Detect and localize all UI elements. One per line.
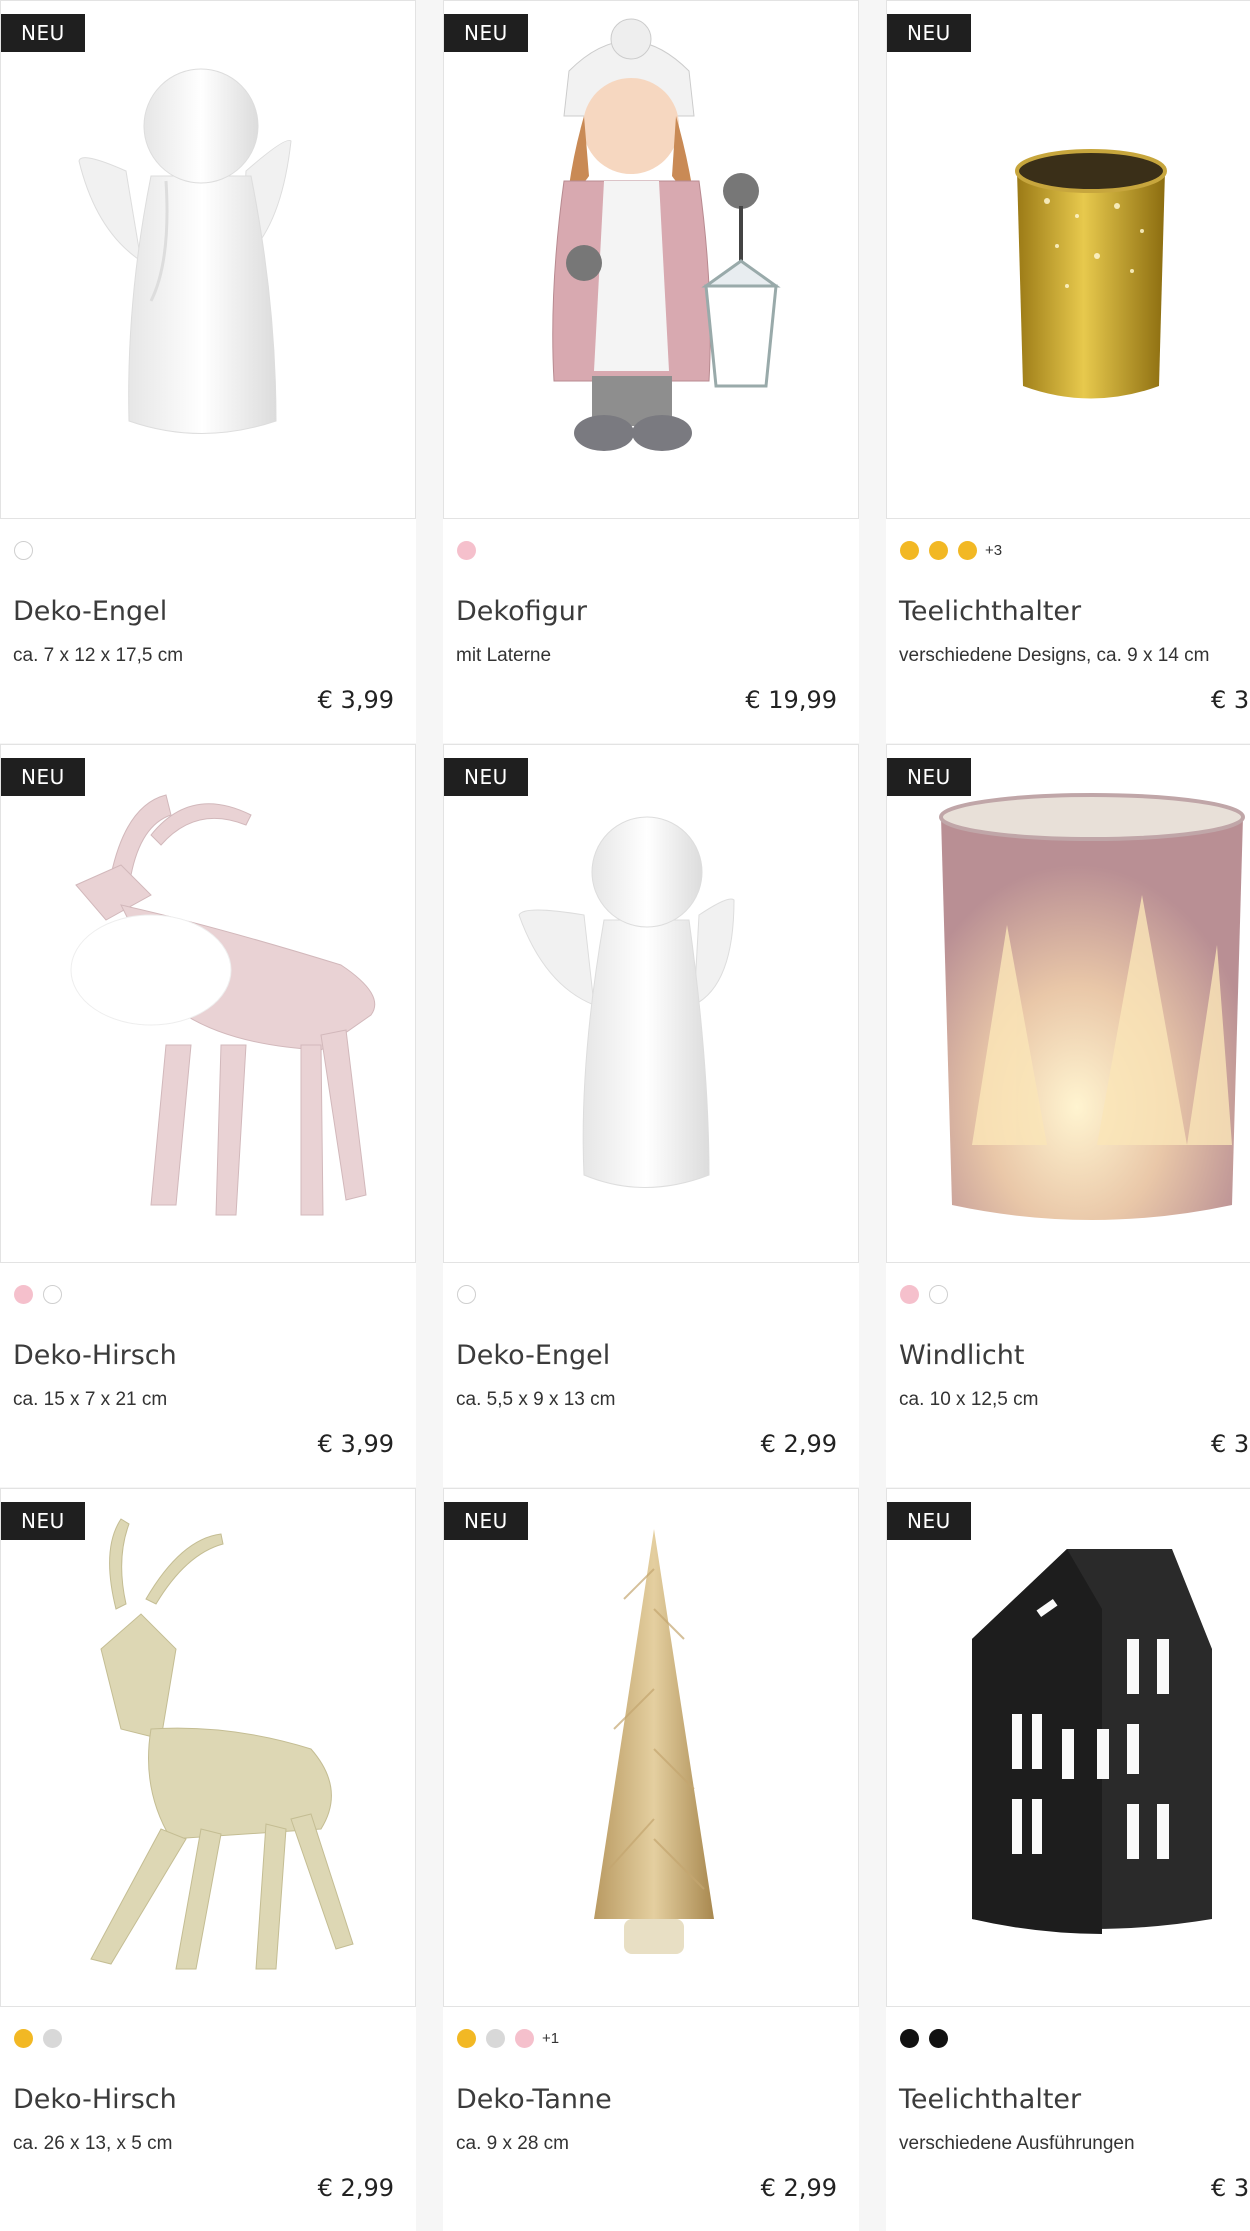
product-image[interactable]: NEU [443, 744, 859, 1263]
new-badge: NEU [1, 1502, 85, 1540]
color-swatches: +3 [900, 540, 1002, 560]
color-swatch[interactable] [515, 2028, 534, 2048]
product-description: ca. 5,5 x 9 x 13 cm [456, 1389, 616, 1410]
product-price: € 3, [1211, 2174, 1250, 2202]
color-swatches [457, 540, 476, 560]
product-price: € 3,99 [317, 686, 394, 714]
product-description: ca. 10 x 12,5 cm [899, 1389, 1039, 1410]
new-badge: NEU [1, 14, 85, 52]
product-price: € 3, [1211, 686, 1250, 714]
product-description: ca. 26 x 13, x 5 cm [13, 2133, 173, 2154]
product-card[interactable]: NEU Deko-Hirsch ca. 15 x 7 x 21 cm € 3,9… [0, 744, 416, 1487]
angel-figurine-icon [78, 68, 292, 434]
new-badge: NEU [887, 14, 971, 52]
product-image[interactable]: NEU [0, 0, 416, 519]
color-swatch[interactable] [958, 540, 977, 560]
product-card[interactable]: NEU Deko-Hirsch ca. 26 x 13, x 5 cm € 2,… [0, 1488, 416, 2231]
product-image[interactable]: NEU [886, 744, 1250, 1263]
girl-with-lantern-figurine-icon [552, 18, 781, 451]
color-swatch[interactable] [14, 540, 33, 560]
product-name[interactable]: Deko-Hirsch [13, 1340, 177, 1371]
product-price: € 3, [1211, 1430, 1250, 1458]
color-swatch[interactable] [457, 2028, 476, 2048]
product-description: verschiedene Ausführungen [899, 2133, 1135, 2154]
product-description: ca. 9 x 28 cm [456, 2133, 569, 2154]
color-swatches [14, 540, 33, 560]
product-description: ca. 15 x 7 x 21 cm [13, 1389, 168, 1410]
product-card[interactable]: NEU Deko-Engel ca. 5,5 x 9 x 13 cm € 2,9… [443, 744, 859, 1487]
color-swatches [457, 1284, 476, 1304]
product-price: € 3,99 [317, 1430, 394, 1458]
product-description: verschiedene Designs, ca. 9 x 14 cm [899, 645, 1210, 666]
pink-deer-figurine-icon [70, 794, 376, 1216]
product-image[interactable]: NEU [443, 0, 859, 519]
product-name[interactable]: Dekofigur [456, 596, 587, 627]
angel-figurine-icon [518, 816, 735, 1188]
new-badge: NEU [887, 758, 971, 796]
product-image[interactable]: NEU [886, 0, 1250, 519]
new-badge: NEU [1, 758, 85, 796]
color-swatch[interactable] [900, 2028, 919, 2048]
product-name[interactable]: Deko-Hirsch [13, 2084, 177, 2115]
product-name[interactable]: Teelichthalter [899, 596, 1081, 627]
product-image[interactable]: NEU [886, 1488, 1250, 2007]
color-swatch[interactable] [929, 1284, 948, 1304]
color-swatch[interactable] [929, 2028, 948, 2048]
color-swatch[interactable] [486, 2028, 505, 2048]
product-image[interactable]: NEU [0, 744, 416, 1263]
product-name[interactable]: Deko-Tanne [456, 2084, 612, 2115]
color-swatch[interactable] [900, 1284, 919, 1304]
color-swatch[interactable] [14, 1284, 33, 1304]
product-image[interactable]: NEU [0, 1488, 416, 2007]
color-swatch[interactable] [14, 2028, 33, 2048]
more-colors-count[interactable]: +1 [542, 2030, 559, 2047]
new-badge: NEU [444, 14, 528, 52]
product-card[interactable]: NEU Windlicht ca. 10 x 12,5 cm € 3, [886, 744, 1250, 1487]
black-house-tealight-holder-icon [972, 1549, 1212, 1934]
product-name[interactable]: Deko-Engel [456, 1340, 610, 1371]
product-price: € 2,99 [760, 2174, 837, 2202]
gold-deer-figurine-icon [90, 1518, 354, 1970]
color-swatches [900, 1284, 948, 1304]
forest-lantern-glass-icon [939, 793, 1245, 1220]
color-swatch[interactable] [43, 1284, 62, 1304]
color-swatches [900, 2028, 948, 2048]
product-name[interactable]: Windlicht [899, 1340, 1024, 1371]
new-badge: NEU [887, 1502, 971, 1540]
product-image[interactable]: NEU [443, 1488, 859, 2007]
gold-tealight-holder-icon [1015, 149, 1167, 399]
color-swatch[interactable] [900, 540, 919, 560]
product-card[interactable]: NEU Teelichthalter verschiedene Ausführu… [886, 1488, 1250, 2231]
product-card[interactable]: NEU Dekofigur mit Laterne € 19,99 [443, 0, 859, 743]
color-swatch[interactable] [43, 2028, 62, 2048]
color-swatch[interactable] [929, 540, 948, 560]
color-swatches [14, 1284, 62, 1304]
more-colors-count[interactable]: +3 [985, 542, 1002, 559]
product-name[interactable]: Teelichthalter [899, 2084, 1081, 2115]
product-description: mit Laterne [456, 645, 552, 666]
product-card[interactable]: NEU +1 Deko-Tanne ca. 9 x 28 cm € 2,99 [443, 1488, 859, 2231]
new-badge: NEU [444, 1502, 528, 1540]
product-card[interactable]: NEU +3 Teelichthalter verschiedene Desig… [886, 0, 1250, 743]
product-price: € 2,99 [317, 2174, 394, 2202]
color-swatch[interactable] [457, 1284, 476, 1304]
color-swatch[interactable] [457, 540, 476, 560]
new-badge: NEU [444, 758, 528, 796]
product-card[interactable]: NEU Deko-Engel ca. 7 x 12 x 17,5 cm € 3,… [0, 0, 416, 743]
bottle-brush-tree-icon [594, 1529, 714, 1954]
product-price: € 2,99 [760, 1430, 837, 1458]
product-price: € 19,99 [745, 686, 837, 714]
product-name[interactable]: Deko-Engel [13, 596, 167, 627]
color-swatches: +1 [457, 2028, 559, 2048]
color-swatches [14, 2028, 62, 2048]
product-description: ca. 7 x 12 x 17,5 cm [13, 645, 184, 666]
